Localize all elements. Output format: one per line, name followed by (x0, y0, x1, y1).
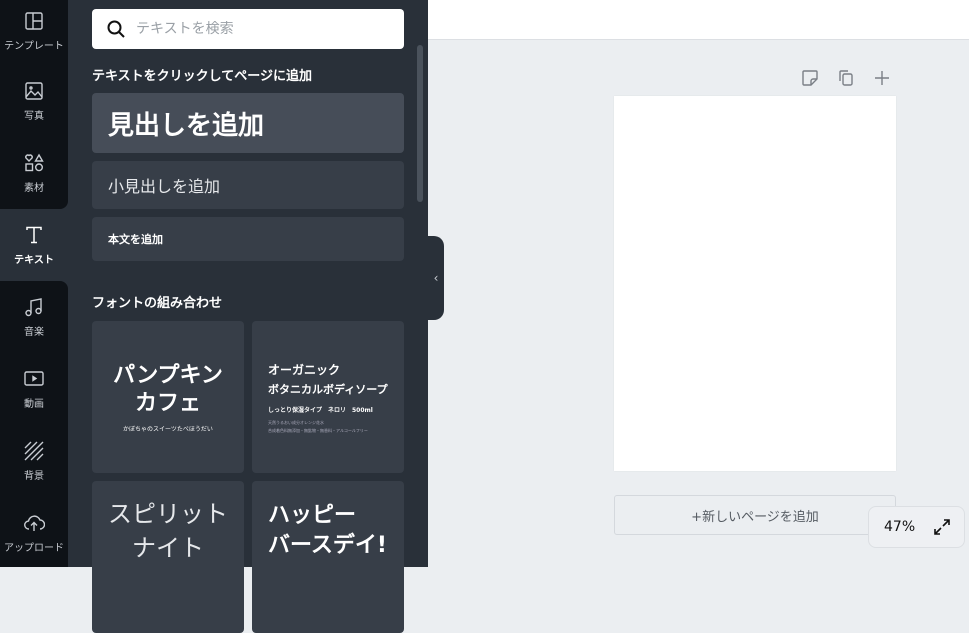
search-box[interactable] (92, 9, 404, 49)
font-combo-card[interactable]: オーガニック ボタニカルボディソープ しっとり保湿タイプ ネロリ 500ml 天… (252, 321, 404, 473)
template-icon (25, 12, 43, 30)
video-icon (24, 371, 44, 386)
rail-item-text[interactable]: テキスト (0, 209, 68, 281)
zoom-control[interactable]: 47% (868, 506, 965, 548)
add-icon[interactable] (872, 68, 892, 88)
collapse-panel-button[interactable]: ‹ (428, 236, 444, 320)
zoom-level[interactable]: 47% (884, 519, 915, 535)
background-icon (24, 441, 44, 461)
search-input[interactable] (136, 21, 386, 37)
add-body-button[interactable]: 本文を追加 (92, 217, 404, 261)
side-rail: テンプレート 写真 素材 テキスト 音楽 動画 背景 アップロード (0, 0, 68, 567)
rail-item-music[interactable]: 音楽 (0, 281, 68, 353)
elements-icon (25, 153, 44, 172)
upload-icon (24, 515, 45, 531)
add-subheading-button[interactable]: 小見出しを追加 (92, 161, 404, 209)
duplicate-icon[interactable] (836, 68, 856, 88)
note-icon[interactable] (800, 68, 820, 88)
fullscreen-icon[interactable] (933, 518, 951, 536)
text-icon (26, 226, 42, 244)
music-icon (25, 298, 42, 317)
add-text-heading: テキストをクリックしてページに追加 (92, 69, 312, 84)
rail-item-background[interactable]: 背景 (0, 425, 68, 497)
top-bar (428, 0, 969, 40)
rail-item-templates[interactable]: テンプレート (0, 0, 68, 67)
rail-item-video[interactable]: 動画 (0, 353, 68, 425)
rail-item-upload[interactable]: アップロード (0, 497, 68, 569)
chevron-left-icon: ‹ (433, 271, 439, 285)
search-icon (107, 20, 125, 38)
rail-item-elements[interactable]: 素材 (0, 137, 68, 209)
rail-item-photos[interactable]: 写真 (0, 65, 68, 137)
photo-icon (25, 82, 43, 100)
design-page[interactable] (614, 96, 896, 471)
font-combo-card[interactable]: スピリット ナイト (92, 481, 244, 633)
font-combo-card[interactable]: パンプキン カフェ かぼちゃのスイーツたべほうだい (92, 321, 244, 473)
add-heading-button[interactable]: 見出しを追加 (92, 93, 404, 153)
panel-scrollbar[interactable] (417, 45, 423, 202)
font-combo-heading: フォントの組み合わせ (92, 296, 223, 311)
text-panel: テキストをクリックしてページに追加 見出しを追加 小見出しを追加 本文を追加 フ… (68, 0, 428, 633)
add-page-button[interactable]: +新しいページを追加 (614, 495, 896, 535)
font-combo-card[interactable]: ハッピー バースデイ! (252, 481, 404, 633)
